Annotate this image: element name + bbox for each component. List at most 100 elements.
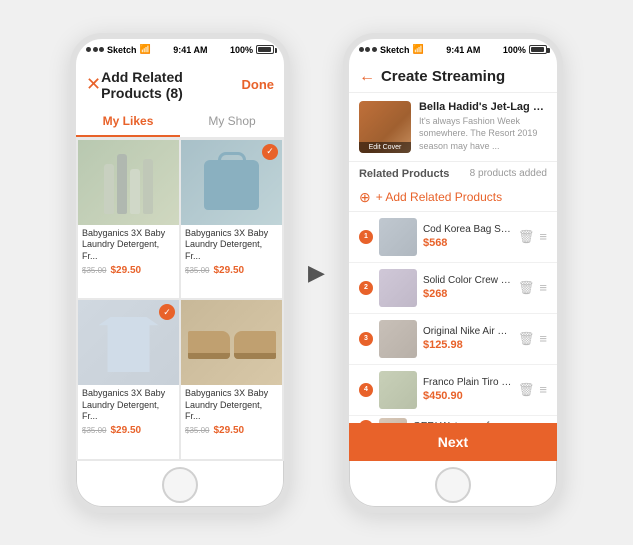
row-name-2: Solid Color Crew Neck T-Shirt For...	[423, 275, 512, 286]
right-battery-pct: 100%	[503, 45, 526, 55]
row-num-1: 1	[359, 230, 373, 244]
wifi-icon: 📶	[140, 44, 151, 55]
reorder-button-3[interactable]: ≡	[539, 331, 547, 346]
left-header: ✕ Add Related Products (8) Done	[76, 61, 284, 107]
grid-price-row-3: $35.00 $29.50	[82, 425, 175, 436]
grid-price-row-2: $35.00 $29.50	[185, 265, 278, 276]
old-price-1: $35.00	[82, 266, 106, 275]
tab-my-shop[interactable]: My Shop	[180, 107, 284, 137]
home-button[interactable]	[162, 467, 198, 503]
add-related-text: + Add Related Products	[376, 190, 502, 204]
grid-info-3: Babyganics 3X Baby Laundry Detergent, Fr…	[78, 385, 179, 440]
old-price-3: $35.00	[82, 426, 106, 435]
battery-pct: 100%	[230, 45, 253, 55]
grid-price-row-1: $35.00 $29.50	[82, 265, 175, 276]
tab-my-likes[interactable]: My Likes	[76, 107, 180, 137]
product-row-1: 1 Cod Korea Bag Sling Bag Best ... $568 …	[349, 212, 557, 263]
product-row-3: 3 Original Nike Air Presto Flyknit ... $…	[349, 314, 557, 365]
grid-item-1[interactable]: Babyganics 3X Baby Laundry Detergent, Fr…	[78, 140, 179, 299]
carrier-label: Sketch	[107, 45, 137, 55]
new-price-4: $29.50	[214, 425, 245, 436]
grid-price-row-4: $35.00 $29.50	[185, 425, 278, 436]
cover-title: Bella Hadid's Jet-Lag Beauty...	[419, 101, 547, 113]
product-img-4	[181, 300, 282, 385]
related-count: 8 products added	[470, 168, 547, 179]
row-info-1: Cod Korea Bag Sling Bag Best ... $568	[423, 224, 512, 249]
check-badge-2: ✓	[262, 144, 278, 160]
row-name-4: Franco Plain Tiro Korean Joggers	[423, 377, 512, 388]
row-name-1: Cod Korea Bag Sling Bag Best ...	[423, 224, 512, 235]
right-home-button[interactable]	[435, 467, 471, 503]
new-price-1: $29.50	[111, 265, 142, 276]
product-row-2: 2 Solid Color Crew Neck T-Shirt For... $…	[349, 263, 557, 314]
reorder-button-4[interactable]: ≡	[539, 382, 547, 397]
cosmetics-img	[99, 146, 158, 219]
right-content: ← Create Streaming Edit Cover Bella Hadi…	[349, 61, 557, 461]
done-button[interactable]: Done	[242, 77, 275, 92]
row-thumb-2	[379, 269, 417, 307]
right-battery-fill	[531, 47, 544, 52]
dot1	[86, 47, 91, 52]
signal-dots	[86, 47, 104, 52]
shoe1	[188, 331, 230, 359]
new-price-2: $29.50	[214, 265, 245, 276]
battery-area: 100%	[230, 45, 274, 55]
reorder-button-1[interactable]: ≡	[539, 229, 547, 244]
tube4	[143, 159, 153, 214]
flow-arrow: ▶	[308, 260, 325, 286]
right-battery-area: 100%	[503, 45, 547, 55]
row-price-1: $568	[423, 237, 512, 249]
right-page-title: Create Streaming	[381, 68, 505, 85]
right-battery-icon	[529, 45, 547, 54]
delete-button-1[interactable]: 🗑	[518, 229, 535, 245]
time-label: 9:41 AM	[173, 45, 207, 55]
left-content: ✕ Add Related Products (8) Done My Likes…	[76, 61, 284, 461]
right-header: ← Create Streaming	[349, 61, 557, 93]
tabs-row: My Likes My Shop	[76, 107, 284, 138]
row-thumb-1	[379, 218, 417, 256]
close-button[interactable]: ✕	[86, 74, 101, 95]
row-price-4: $450.90	[423, 390, 512, 402]
row-name-3: Original Nike Air Presto Flyknit ...	[423, 326, 512, 337]
r-dot2	[365, 47, 370, 52]
check-badge-3: ✓	[159, 304, 175, 320]
grid-item-2[interactable]: ✓ Babyganics 3X Baby Laundry Detergent, …	[181, 140, 282, 299]
row-actions-3: 🗑 ≡	[518, 331, 547, 347]
edit-cover-label[interactable]: Edit Cover	[359, 142, 411, 153]
old-price-4: $35.00	[185, 426, 209, 435]
grid-item-3[interactable]: ✓ Babyganics 3X Baby Laundry Detergent, …	[78, 300, 179, 459]
cover-thumbnail[interactable]: Edit Cover	[359, 101, 411, 153]
row-num-3: 3	[359, 332, 373, 346]
grid-name-4: Babyganics 3X Baby Laundry Detergent, Fr…	[185, 388, 278, 423]
delete-button-2[interactable]: 🗑	[518, 280, 535, 296]
row-num-2: 2	[359, 281, 373, 295]
left-phone: Sketch 📶 9:41 AM 100% ✕ Add Related Prod…	[70, 33, 290, 513]
right-phone: Sketch 📶 9:41 AM 100% ← Create Streaming…	[343, 33, 563, 513]
delete-button-4[interactable]: 🗑	[518, 382, 535, 398]
product-row-5-partial: 5 GERI Waterproof...	[349, 416, 557, 423]
battery-fill	[258, 47, 271, 52]
row-actions-2: 🗑 ≡	[518, 280, 547, 296]
product-img-1	[78, 140, 179, 225]
right-carrier-label: Sketch	[380, 45, 410, 55]
grid-item-4[interactable]: Babyganics 3X Baby Laundry Detergent, Fr…	[181, 300, 282, 459]
bag-img	[204, 160, 259, 210]
products-list: 1 Cod Korea Bag Sling Bag Best ... $568 …	[349, 212, 557, 423]
row-info-4: Franco Plain Tiro Korean Joggers $450.90	[423, 377, 512, 402]
add-circle-icon: ⊕	[359, 189, 371, 206]
right-wifi-icon: 📶	[412, 44, 423, 55]
tube2	[117, 154, 127, 214]
delete-button-3[interactable]: 🗑	[518, 331, 535, 347]
reorder-button-2[interactable]: ≡	[539, 280, 547, 295]
right-signal-area: Sketch 📶	[359, 44, 424, 55]
shirt-img	[99, 317, 159, 372]
dot2	[93, 47, 98, 52]
old-price-2: $35.00	[185, 266, 209, 275]
next-button[interactable]: Next	[349, 423, 557, 461]
left-page-title: Add Related Products (8)	[101, 69, 241, 101]
grid-name-1: Babyganics 3X Baby Laundry Detergent, Fr…	[82, 228, 175, 263]
back-button[interactable]: ←	[359, 68, 375, 86]
tube3	[130, 169, 140, 214]
product-grid: Babyganics 3X Baby Laundry Detergent, Fr…	[76, 138, 284, 461]
add-related-button[interactable]: ⊕ + Add Related Products	[349, 184, 557, 212]
